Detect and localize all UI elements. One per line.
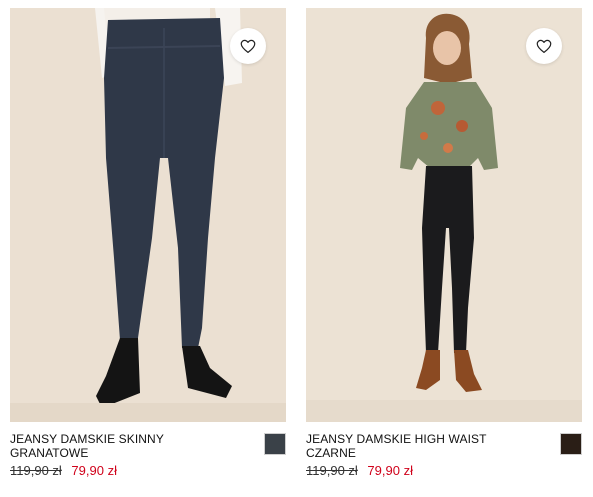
wishlist-button[interactable] [230,28,266,64]
product-info: JEANSY DAMSKIE HIGH WAIST CZARNE 119,90 … [306,432,582,488]
product-image[interactable] [306,8,582,422]
wishlist-button[interactable] [526,28,562,64]
product-photo-high-waist-jeans [306,8,582,422]
color-swatch[interactable] [560,433,582,455]
product-name[interactable]: JEANSY DAMSKIE SKINNY GRANATOWE [10,432,220,460]
product-image[interactable] [10,8,286,422]
product-card-skinny-navy[interactable]: JEANSY DAMSKIE SKINNY GRANATOWE 119,90 z… [10,8,286,488]
color-swatch[interactable] [264,433,286,455]
sale-price: 79,90 zł [367,463,413,478]
product-card-high-waist-black[interactable]: JEANSY DAMSKIE HIGH WAIST CZARNE 119,90 … [306,8,582,488]
heart-outline-icon [536,39,552,53]
product-info: JEANSY DAMSKIE SKINNY GRANATOWE 119,90 z… [10,432,286,488]
old-price: 119,90 zł [10,463,62,478]
product-name[interactable]: JEANSY DAMSKIE HIGH WAIST CZARNE [306,432,516,460]
sale-price: 79,90 zł [71,463,117,478]
price-block: 119,90 zł 79,90 zł [10,463,117,478]
price-block: 119,90 zł 79,90 zł [306,463,413,478]
product-grid: JEANSY DAMSKIE SKINNY GRANATOWE 119,90 z… [10,8,582,488]
old-price: 119,90 zł [306,463,358,478]
heart-outline-icon [240,39,256,53]
product-photo-skinny-jeans [10,8,286,422]
